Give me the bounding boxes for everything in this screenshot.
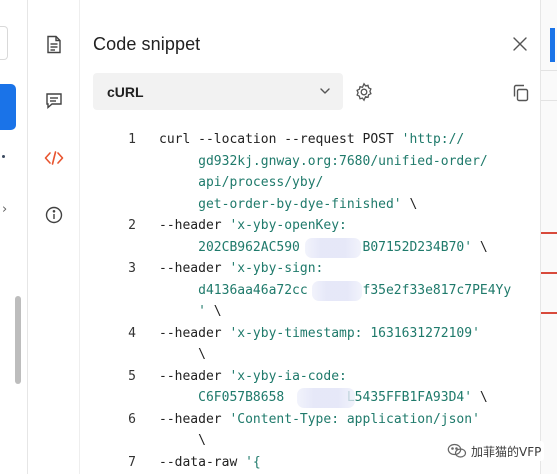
string-token: 'http:// — [401, 132, 465, 147]
copy-icon — [513, 84, 529, 102]
keyword-token: --header — [159, 368, 230, 384]
keyword-token: --data-raw — [159, 454, 246, 470]
line-number: 7 — [128, 454, 136, 470]
code-text: --header 'x-yby-ia-code: — [159, 367, 347, 387]
string-token: ' — [159, 304, 206, 319]
copy-snippet-button[interactable] — [510, 82, 532, 104]
keyword-token: --header — [159, 218, 230, 233]
redaction-blur — [297, 388, 355, 408]
code-text: ' \ — [159, 302, 222, 322]
string-token: 'Content-Type: application/json' — [229, 411, 480, 427]
code-editor[interactable]: 1 curl --location --request POST 'http://… — [80, 130, 540, 474]
string-token: 'x-yby-openKey: — [229, 218, 347, 233]
close-icon — [513, 37, 527, 51]
code-line: \ — [80, 345, 540, 365]
code-text: get-order-by-dye-finished' \ — [159, 195, 417, 215]
bullet-dot — [2, 155, 5, 158]
keyword-token: \ — [472, 239, 488, 255]
line-number: 4 — [128, 325, 136, 341]
comment-icon[interactable] — [42, 89, 66, 113]
background-primary-button[interactable] — [0, 84, 16, 130]
keyword-token: \ — [472, 390, 488, 405]
code-text: --header 'Content-Type: application/json… — [159, 410, 480, 430]
string-token: gd932kj.gnway.org:7680/unified-order/ — [159, 153, 488, 169]
keyword-token: \ — [159, 433, 206, 448]
keyword-token: --header — [159, 325, 230, 341]
code-text: --data-raw '{ — [159, 453, 261, 473]
info-icon[interactable] — [42, 203, 66, 227]
redaction-blur — [305, 237, 361, 258]
code-text: \ — [159, 431, 206, 451]
divider — [541, 70, 557, 71]
right-sidebar-rail — [29, 0, 80, 474]
code-text: api/process/yby/ — [159, 173, 323, 193]
keyword-token: curl --location --request POST — [159, 132, 402, 147]
background-accent-bar — [550, 28, 555, 62]
string-token: api/process/yby/ — [159, 175, 324, 190]
keyword-token: --header — [159, 261, 230, 276]
wechat-icon — [447, 443, 467, 458]
chevron-down-icon — [319, 84, 331, 103]
background-red-marker — [541, 232, 557, 234]
watermark-text: 加菲猫的VFP — [471, 444, 542, 459]
code-line: 6 --header 'Content-Type: application/jso… — [80, 410, 540, 430]
language-select[interactable]: cURL — [93, 73, 343, 110]
line-number: 6 — [128, 411, 136, 427]
panel-title: Code snippet — [93, 34, 201, 54]
divider — [541, 100, 557, 101]
line-number: 3 — [128, 261, 136, 276]
keyword-token: \ — [159, 347, 206, 362]
background-app-edge-right — [540, 0, 557, 474]
code-text: gd932kj.gnway.org:7680/unified-order/ — [159, 152, 488, 172]
background-red-marker — [541, 272, 557, 274]
keyword-token: --header — [159, 411, 230, 427]
string-token: '{ — [245, 454, 261, 470]
line-number: 5 — [128, 368, 136, 384]
background-input-edge — [0, 26, 8, 60]
code-text: \ — [159, 345, 206, 365]
string-token: 'x-yby-ia-code: — [229, 368, 347, 384]
keyword-token: \ — [205, 304, 222, 319]
code-line: 5 --header 'x-yby-ia-code: — [80, 367, 540, 387]
code-line: d4136aa46a72cc f35e2f33e817c7PE4Yy — [80, 281, 540, 301]
code-text: --header 'x-yby-timestamp: 1631631272109… — [159, 324, 480, 344]
code-line: 1 curl --location --request POST 'http:// — [80, 130, 540, 150]
code-line: 2 --header 'x-yby-openKey: — [80, 216, 540, 236]
code-icon[interactable] — [42, 146, 66, 170]
code-text: curl --location --request POST 'http:// — [159, 130, 464, 150]
background-app-edge: › — [0, 0, 28, 474]
redaction-blur — [312, 280, 362, 301]
language-select-value: cURL — [107, 83, 144, 100]
line-number: 1 — [128, 132, 136, 147]
code-line: api/process/yby/ — [80, 173, 540, 193]
snippet-settings-button[interactable] — [353, 81, 375, 103]
code-line: 4 --header 'x-yby-timestamp: 163163127210… — [80, 324, 540, 344]
code-line: 3 --header 'x-yby-sign: — [80, 259, 540, 279]
scrollbar-thumb[interactable] — [15, 296, 21, 384]
document-icon[interactable] — [42, 32, 66, 56]
code-text: --header 'x-yby-openKey: — [159, 216, 347, 236]
string-token: get-order-by-dye-finished' — [159, 196, 402, 212]
gear-icon — [356, 82, 372, 102]
background-red-marker — [541, 312, 557, 314]
code-text: --header 'x-yby-sign: — [159, 259, 323, 279]
string-token: 'x-yby-sign: — [229, 261, 324, 276]
close-button[interactable] — [510, 34, 530, 54]
string-token: 'x-yby-timestamp: 1631631272109' — [229, 325, 480, 341]
keyword-token: \ — [401, 196, 418, 212]
code-line: get-order-by-dye-finished' \ — [80, 195, 540, 215]
code-snippet-panel: Code snippet cURL 1 curl --location --req… — [80, 0, 540, 474]
code-line: ' \ — [80, 302, 540, 322]
line-number: 2 — [128, 218, 136, 233]
watermark: 加菲猫的VFP — [444, 441, 545, 461]
chevron-right-icon[interactable]: › — [2, 202, 7, 217]
code-line: gd932kj.gnway.org:7680/unified-order/ — [80, 152, 540, 172]
